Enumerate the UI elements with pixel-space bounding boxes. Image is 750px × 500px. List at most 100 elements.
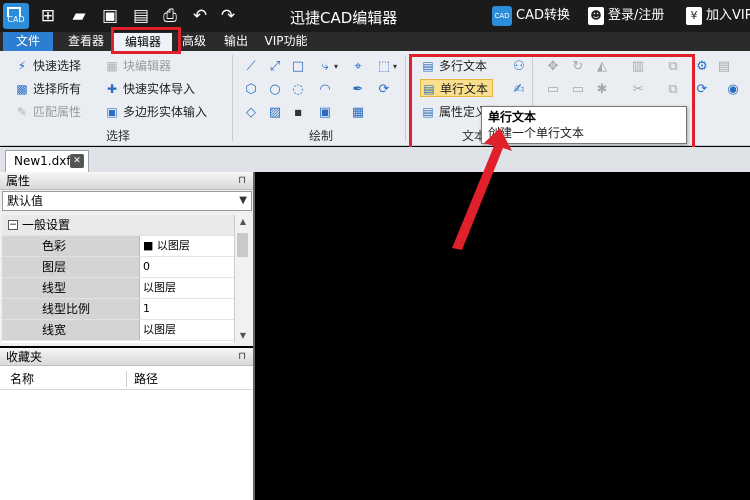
group-icon[interactable]: ⧉ bbox=[665, 82, 681, 98]
polygon-entity-input-button[interactable]: ▣ 多边形实体输入 bbox=[104, 103, 207, 121]
scale-icon[interactable]: ▭ bbox=[570, 82, 586, 98]
explode-icon[interactable]: ✱ bbox=[594, 82, 610, 98]
image-icon[interactable]: ▣ bbox=[317, 105, 333, 121]
menu-file[interactable]: 文件 bbox=[3, 32, 53, 51]
properties-panel: 属性 ⊓ 默认值 ▼ − 一般设置 色彩 ■ 以图层 图层 0 线型 以图层 线… bbox=[0, 172, 254, 346]
spline-icon[interactable]: ⟳ bbox=[376, 82, 392, 98]
region-icon[interactable]: ⬚ bbox=[376, 59, 392, 75]
join-vip-button[interactable]: ¥ 加入VIP bbox=[686, 5, 750, 27]
attribute-definition-button[interactable]: ▤ 属性定义 bbox=[420, 103, 487, 121]
column-divider[interactable] bbox=[126, 371, 127, 387]
quick-entity-import-button[interactable]: ✚ 快速实体导入 bbox=[104, 80, 195, 98]
circle-icon[interactable]: ○ bbox=[267, 82, 283, 98]
copy-icon[interactable]: ▭ bbox=[545, 82, 561, 98]
stretch-icon[interactable]: ⧉ bbox=[665, 59, 681, 75]
dot-icon[interactable]: ■ bbox=[290, 105, 306, 121]
redo-icon[interactable]: ↷ bbox=[218, 6, 238, 26]
settings-icon[interactable]: ⚙ bbox=[694, 59, 710, 75]
cad-convert-button[interactable]: CAD CAD转换 bbox=[492, 5, 570, 27]
table-icon[interactable]: ▦ bbox=[350, 105, 366, 121]
multiline-text-button[interactable]: ▤ 多行文本 bbox=[420, 57, 487, 75]
menu-vip[interactable]: VIP功能 bbox=[260, 32, 312, 51]
single-line-text-button[interactable]: ▤ 单行文本 bbox=[420, 79, 494, 97]
document-tab-strip: New1.dxf ✕ bbox=[0, 147, 750, 172]
property-scrollbar[interactable]: ▲ ▼ bbox=[234, 215, 250, 343]
arc-icon[interactable]: ◠ bbox=[317, 82, 333, 98]
point-icon[interactable]: ⌖ bbox=[350, 59, 366, 75]
column-header-name[interactable]: 名称 bbox=[10, 368, 34, 390]
print-icon[interactable]: ⎙ bbox=[160, 6, 180, 26]
save-icon[interactable]: ▣ bbox=[100, 6, 120, 26]
pin-icon[interactable]: ⊓ bbox=[238, 172, 246, 190]
tooltip: 单行文本 创建一个单行文本 bbox=[481, 106, 687, 144]
scroll-down-icon[interactable]: ▼ bbox=[235, 329, 251, 343]
polyline-icon[interactable]: ⤢ bbox=[267, 59, 283, 75]
tooltip-description: 创建一个单行文本 bbox=[488, 126, 585, 140]
new-icon[interactable]: ⊞ bbox=[38, 6, 58, 26]
property-row[interactable]: 线型比例 1 bbox=[2, 299, 234, 320]
undo-icon[interactable]: ↶ bbox=[190, 6, 210, 26]
property-value[interactable]: 1 bbox=[141, 299, 150, 319]
array-icon[interactable]: ▥ bbox=[630, 59, 646, 75]
hatch-icon[interactable]: ▨ bbox=[267, 105, 283, 121]
property-value[interactable]: 以图层 bbox=[141, 278, 176, 298]
column-header-path[interactable]: 路径 bbox=[134, 368, 158, 390]
close-icon[interactable]: ✕ bbox=[70, 154, 84, 168]
save-as-icon[interactable]: ▤ bbox=[131, 6, 151, 26]
properties-filter-select[interactable]: 默认值 ▼ bbox=[2, 191, 252, 211]
property-row[interactable]: 色彩 ■ 以图层 bbox=[2, 236, 234, 257]
property-row[interactable]: 线型 以图层 bbox=[2, 278, 234, 299]
property-name: 线型 bbox=[2, 278, 140, 298]
refresh-icon[interactable]: ⟳ bbox=[694, 82, 710, 98]
block-editor-button[interactable]: ▦ 块编辑器 bbox=[104, 57, 171, 75]
menu-editor[interactable]: 编辑器 bbox=[114, 33, 172, 51]
line-icon[interactable]: ⟋ bbox=[243, 59, 259, 75]
pen-icon[interactable]: ✒ bbox=[350, 82, 366, 98]
scroll-up-icon[interactable]: ▲ bbox=[235, 215, 251, 229]
ellipse-icon[interactable]: ◌ bbox=[290, 82, 306, 98]
layer-icon[interactable]: ▤ bbox=[716, 59, 732, 75]
tooltip-title: 单行文本 bbox=[488, 110, 537, 124]
property-value[interactable]: ■ 以图层 bbox=[141, 236, 190, 256]
pin-icon[interactable]: ⊓ bbox=[238, 348, 246, 366]
app-logo: CAD bbox=[3, 3, 29, 29]
menu-advanced[interactable]: 高级 bbox=[176, 32, 212, 51]
chevron-down-icon[interactable]: ▾ bbox=[391, 59, 399, 75]
mirror-icon[interactable]: ◭ bbox=[594, 59, 610, 75]
match-properties-button[interactable]: ✎ 匹配属性 bbox=[14, 103, 81, 121]
title-bar: CAD ⊞ ▰ ▣ ▤ ⎙ ↶ ↷ 迅捷CAD编辑器 CAD CAD转换 ☻ 登录/… bbox=[0, 0, 750, 32]
globe-icon[interactable]: ◉ bbox=[725, 82, 741, 98]
property-value[interactable]: 0 bbox=[141, 257, 150, 277]
block-editor-icon: ▦ bbox=[106, 59, 118, 73]
property-value[interactable]: 以图层 bbox=[141, 320, 176, 340]
brush-icon: ✎ bbox=[16, 105, 28, 119]
property-category[interactable]: − 一般设置 bbox=[2, 215, 234, 236]
menu-viewer[interactable]: 查看器 bbox=[62, 32, 110, 51]
scrollbar-thumb[interactable] bbox=[237, 233, 248, 257]
menu-output[interactable]: 输出 bbox=[218, 32, 254, 51]
multiline-icon[interactable]: ⤷ bbox=[317, 59, 333, 75]
diamond-icon[interactable]: ◇ bbox=[243, 105, 259, 121]
user-icon: ☻ bbox=[588, 6, 604, 25]
rectangle-icon[interactable]: □ bbox=[290, 59, 306, 75]
open-folder-icon[interactable]: ▰ bbox=[69, 6, 89, 26]
rotate-icon[interactable]: ↻ bbox=[570, 59, 586, 75]
text-style-icon[interactable]: ⚇ bbox=[511, 59, 527, 75]
quick-select-button[interactable]: ⚡ 快速选择 bbox=[14, 57, 81, 75]
plus-icon: ✚ bbox=[106, 82, 118, 96]
group-separator bbox=[232, 55, 233, 141]
collapse-icon[interactable]: − bbox=[8, 220, 18, 230]
move-icon[interactable]: ✥ bbox=[545, 59, 561, 75]
select-all-button[interactable]: ▩ 选择所有 bbox=[14, 80, 81, 98]
drawing-canvas[interactable] bbox=[255, 172, 750, 500]
document-tab[interactable]: New1.dxf ✕ bbox=[5, 150, 89, 172]
property-row[interactable]: 图层 0 bbox=[2, 257, 234, 278]
text-edit-icon[interactable]: ✍ bbox=[511, 82, 527, 98]
favorites-panel-title: 收藏夹 ⊓ bbox=[0, 348, 254, 366]
hexagon-icon[interactable]: ⬡ bbox=[243, 82, 259, 98]
login-button[interactable]: ☻ 登录/注册 bbox=[588, 5, 664, 27]
draw-group-label: 绘制 bbox=[309, 129, 334, 143]
property-row[interactable]: 线宽 以图层 bbox=[2, 320, 234, 341]
chevron-down-icon[interactable]: ▾ bbox=[332, 59, 340, 75]
erase-icon[interactable]: ✂ bbox=[630, 82, 646, 98]
